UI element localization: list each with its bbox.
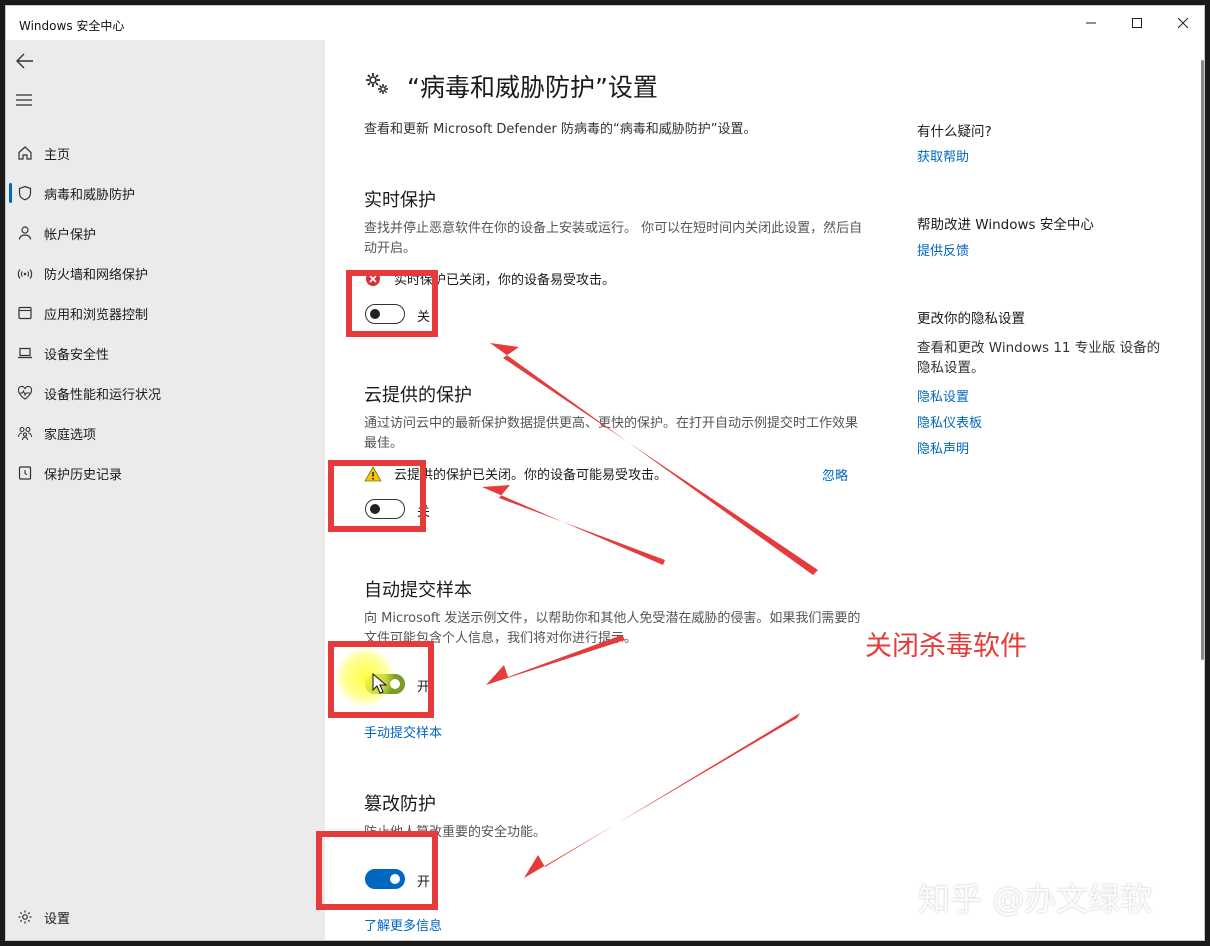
page-description: 查看和更新 Microsoft Defender 防病毒的“病毒和威胁防护”设置… (364, 122, 757, 137)
privacy-statement-link[interactable]: 隐私声明 (917, 438, 969, 457)
shield-icon (16, 184, 34, 202)
sidebar: 主页 病毒和威胁防护 帐户保护 防火墙和网络保护 应用和浏览器控制 设备安全性 … (6, 40, 325, 940)
wifi-icon (16, 264, 34, 282)
sidebar-item-label: 设备安全性 (44, 347, 110, 363)
history-icon (16, 464, 34, 482)
menu-button[interactable] (14, 92, 40, 112)
learn-more-link[interactable]: 了解更多信息 (364, 915, 442, 934)
selected-indicator (9, 183, 12, 203)
minimize-icon (1086, 22, 1096, 24)
sidebar-item-label: 病毒和威胁防护 (44, 187, 136, 203)
minimize-button[interactable] (1068, 6, 1114, 40)
sidebar-item-home[interactable]: 主页 (6, 135, 325, 171)
heart-pulse-icon (16, 384, 34, 402)
section-description-realtime: 查找并停止恶意软件在你的设备上安装或运行。 你可以在短时间内关闭此设置，然后自动… (364, 221, 863, 256)
sidebar-item-label: 应用和浏览器控制 (44, 307, 149, 323)
annotation-text: 关闭杀毒软件 (865, 631, 1027, 662)
get-help-link[interactable]: 获取帮助 (917, 146, 969, 165)
laptop-icon (16, 344, 34, 362)
page-title: “病毒和威胁防护”设置 (407, 73, 658, 102)
privacy-title: 更改你的隐私设置 (917, 311, 1025, 327)
scrollbar[interactable] (1201, 60, 1204, 660)
annotation-box-cloud (328, 460, 426, 532)
sidebar-item-label: 设置 (44, 911, 71, 927)
close-button[interactable] (1160, 6, 1204, 40)
sidebar-item-firewall[interactable]: 防火墙和网络保护 (6, 255, 325, 291)
sidebar-item-label: 保护历史记录 (44, 467, 123, 483)
gear-icon (16, 908, 34, 926)
app-window-icon (16, 304, 34, 322)
app-window: Windows 安全中心 主页 病毒和威胁防护 帐户保护 防火墙和网络保护 应用… (5, 5, 1205, 941)
watermark: 知乎 @办文绿软 (918, 880, 1153, 918)
back-button[interactable] (14, 50, 40, 74)
feedback-link[interactable]: 提供反馈 (917, 240, 969, 259)
sidebar-item-virus-protection[interactable]: 病毒和威胁防护 (6, 175, 325, 211)
help-title: 有什么疑问? (917, 124, 992, 140)
window-title: Windows 安全中心 (19, 19, 125, 33)
sidebar-item-app-browser[interactable]: 应用和浏览器控制 (6, 295, 325, 331)
home-icon (16, 144, 34, 162)
back-arrow-icon (16, 53, 33, 69)
sidebar-item-device-health[interactable]: 设备性能和运行状况 (6, 375, 325, 411)
sidebar-item-label: 家庭选项 (44, 427, 97, 443)
sidebar-item-label: 帐户保护 (44, 227, 97, 243)
sidebar-item-device-security[interactable]: 设备安全性 (6, 335, 325, 371)
hamburger-icon (16, 94, 32, 106)
section-description-sample: 向 Microsoft 发送示例文件，以帮助你和其他人免受潜在威胁的侵害。如果我… (364, 611, 861, 646)
section-title-cloud: 云提供的保护 (364, 385, 472, 406)
sidebar-item-history[interactable]: 保护历史记录 (6, 455, 325, 491)
section-title-sample: 自动提交样本 (364, 580, 472, 601)
manual-submit-link[interactable]: 手动提交样本 (364, 722, 442, 741)
person-icon (16, 224, 34, 242)
sidebar-item-family[interactable]: 家庭选项 (6, 415, 325, 451)
main-content: “病毒和威胁防护”设置 查看和更新 Microsoft Defender 防病毒… (325, 40, 1204, 940)
section-description-cloud: 通过访问云中的最新保护数据提供更高、更快的保护。在打开自动示例提交时工作效果最佳… (364, 416, 859, 451)
privacy-dashboard-link[interactable]: 隐私仪表板 (917, 412, 982, 431)
sidebar-item-label: 主页 (44, 147, 71, 163)
improve-title: 帮助改进 Windows 安全中心 (917, 217, 1094, 233)
section-description-tamper: 防止他人篡改重要的安全功能。 (364, 825, 547, 840)
sidebar-item-label: 防火墙和网络保护 (44, 267, 149, 283)
sidebar-item-label: 设备性能和运行状况 (44, 387, 162, 403)
gears-icon (366, 73, 388, 94)
section-title-realtime: 实时保护 (364, 190, 436, 211)
maximize-button[interactable] (1114, 6, 1160, 40)
warning-text: 云提供的保护已关闭。你的设备可能易受攻击。 (394, 468, 668, 483)
title-bar: Windows 安全中心 (6, 6, 1204, 40)
sidebar-item-account[interactable]: 帐户保护 (6, 215, 325, 251)
annotation-box-tamper (316, 831, 438, 910)
maximize-icon (1132, 18, 1142, 28)
privacy-settings-link[interactable]: 隐私设置 (917, 386, 969, 405)
dismiss-link[interactable]: 忽略 (822, 465, 848, 484)
family-icon (16, 424, 34, 442)
sidebar-item-settings[interactable]: 设置 (6, 899, 325, 935)
privacy-text: 查看和更改 Windows 11 专业版 设备的隐私设置。 (917, 340, 1161, 376)
annotation-box-sample (328, 641, 434, 718)
section-title-tamper: 篡改防护 (364, 794, 436, 815)
annotation-box-realtime (346, 270, 438, 337)
close-icon (1177, 17, 1189, 29)
